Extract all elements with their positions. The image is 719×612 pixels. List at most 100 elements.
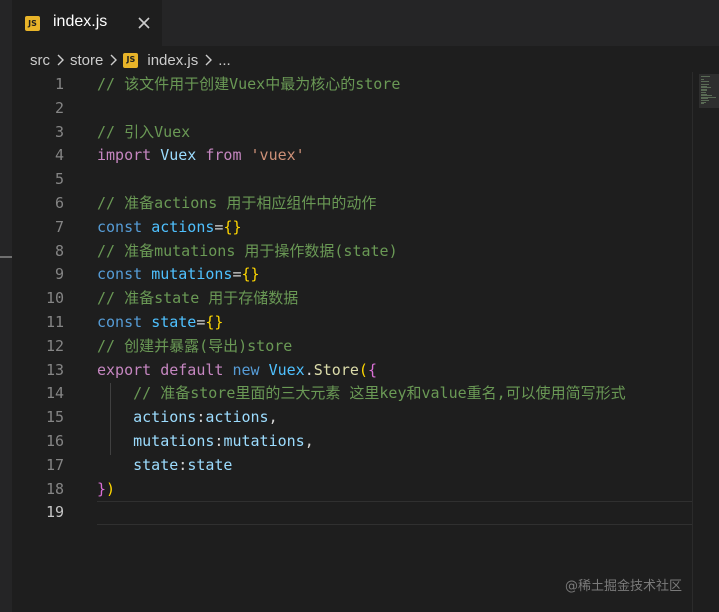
line-number: 1 [54, 75, 64, 93]
line-number: 12 [45, 336, 64, 355]
code-text: // 该文件用于创建Vuex中最为核心的store [97, 72, 400, 96]
watermark: @稀土掘金技术社区 [565, 579, 683, 594]
breadcrumb-item-store[interactable]: store [70, 52, 103, 69]
code-token: Vuex [268, 360, 305, 379]
code-text: // 准备mutations 用于操作数据(state) [97, 239, 398, 263]
line-number: 14 [45, 384, 64, 403]
code-line[interactable]: 15 actions:actions, [12, 405, 692, 429]
code-token: // 引入Vuex [97, 122, 191, 141]
line-number: 18 [45, 479, 64, 498]
code-token: mutations [223, 432, 305, 450]
line-number: 17 [45, 455, 64, 474]
breadcrumb-item-file[interactable]: index.js [147, 52, 198, 69]
code-token: mutations [133, 432, 215, 450]
code-token: actions [151, 217, 215, 236]
close-icon[interactable] [136, 15, 152, 31]
line-number: 6 [54, 194, 64, 212]
code-text: export default new Vuex.Store({ [97, 358, 377, 382]
code-token: } [97, 479, 107, 498]
code-line[interactable]: 9 const mutations={} [12, 262, 692, 286]
code-line[interactable]: 14 // 准备store里面的三大元素 这里key和value重名,可以使用简… [12, 381, 692, 405]
code-token: ) [106, 479, 116, 498]
code-token: { [367, 360, 377, 379]
code-text: mutations:mutations, [97, 429, 314, 453]
sash-indicator [0, 256, 12, 258]
code-token: from [205, 146, 242, 165]
line-number: 10 [45, 289, 64, 308]
tab-bar: JS index.js [12, 0, 719, 46]
code-text: const state={} [97, 310, 223, 334]
code-line[interactable]: 2 [12, 96, 692, 120]
code-line[interactable]: 5 [12, 167, 692, 191]
code-token: 'vuex' [250, 146, 305, 165]
line-number: 7 [54, 217, 64, 236]
code-token: new [232, 360, 260, 379]
code-line[interactable]: 6 // 准备actions 用于相应组件中的动作 [12, 191, 692, 215]
code-token: const [97, 265, 143, 284]
code-token: ( [358, 360, 368, 379]
minimap-line [701, 103, 704, 105]
minimap[interactable] [692, 72, 719, 612]
line-number: 13 [45, 360, 64, 379]
code-line[interactable]: 8 // 准备mutations 用于操作数据(state) [12, 239, 692, 263]
line-number: 3 [54, 122, 64, 141]
code-token: default [160, 360, 224, 379]
code-token: // 创建并暴露(导出)store [97, 336, 293, 355]
code-token: const [97, 313, 143, 331]
code-token: state [133, 455, 179, 474]
code-token: = [232, 265, 242, 284]
code-editor[interactable]: 1 // 该文件用于创建Vuex中最为核心的store 2 3 // 引入Vuex 4 im… [12, 72, 702, 612]
code-token: Store [313, 360, 359, 379]
code-line[interactable]: 16 mutations:mutations, [12, 429, 692, 453]
code-line[interactable]: 4 import Vuex from 'vuex' [12, 143, 692, 167]
code-token: // 准备store里面的三大元素 这里key和value重名,可以使用简写形式 [97, 384, 626, 403]
code-text: // 准备store里面的三大元素 这里key和value重名,可以使用简写形式 [97, 381, 626, 405]
code-text: const actions={} [97, 215, 242, 239]
code-text: state:state [97, 453, 232, 477]
code-line[interactable]: 10 // 准备state 用于存储数据 [12, 286, 692, 310]
breadcrumb-item-src[interactable]: src [30, 52, 50, 69]
code-token: // 该文件用于创建Vuex中最为核心的store [97, 75, 401, 93]
code-token: : [178, 455, 188, 474]
code-line[interactable]: 19 [12, 500, 692, 524]
code-text: }) [97, 477, 115, 501]
chevron-right-icon [57, 54, 64, 66]
tab-index-js[interactable]: JS index.js [12, 0, 162, 46]
code-token: mutations [151, 265, 233, 284]
line-number: 4 [54, 146, 64, 165]
minimap-line [701, 76, 710, 77]
code-line[interactable]: 11 const state={} [12, 310, 692, 334]
code-line[interactable]: 13 export default new Vuex.Store({ [12, 358, 692, 382]
code-token: {} [223, 217, 242, 236]
javascript-file-icon: JS [123, 52, 139, 68]
code-text: actions:actions, [97, 405, 278, 429]
code-line[interactable]: 7 const actions={} [12, 215, 692, 239]
line-number: 2 [54, 98, 64, 117]
code-token: export [97, 360, 152, 379]
breadcrumb-item-symbols[interactable]: ... [218, 52, 231, 69]
breadcrumb: src store JS index.js ... [30, 47, 231, 73]
line-number: 16 [45, 432, 64, 450]
code-line[interactable]: 17 state:state [12, 453, 692, 477]
code-token: // 准备mutations 用于操作数据(state) [97, 241, 398, 260]
code-line[interactable]: 3 // 引入Vuex [12, 120, 692, 144]
code-line[interactable]: 12 // 创建并暴露(导出)store [12, 334, 692, 358]
line-number: 19 [45, 503, 64, 522]
code-text: // 创建并暴露(导出)store [97, 334, 292, 358]
code-line[interactable]: 1 // 该文件用于创建Vuex中最为核心的store [12, 72, 692, 96]
tab-title: index.js [53, 13, 108, 30]
code-line[interactable]: 18}) [12, 477, 692, 501]
code-token: state [187, 455, 233, 474]
code-text: import Vuex from 'vuex' [97, 143, 305, 167]
code-token: // 准备state 用于存储数据 [97, 289, 299, 308]
code-token: actions [205, 408, 269, 427]
code-text: // 准备actions 用于相应组件中的动作 [97, 191, 376, 215]
code-token: . [304, 360, 314, 379]
code-token: import [97, 146, 152, 165]
code-text: // 准备state 用于存储数据 [97, 286, 298, 310]
